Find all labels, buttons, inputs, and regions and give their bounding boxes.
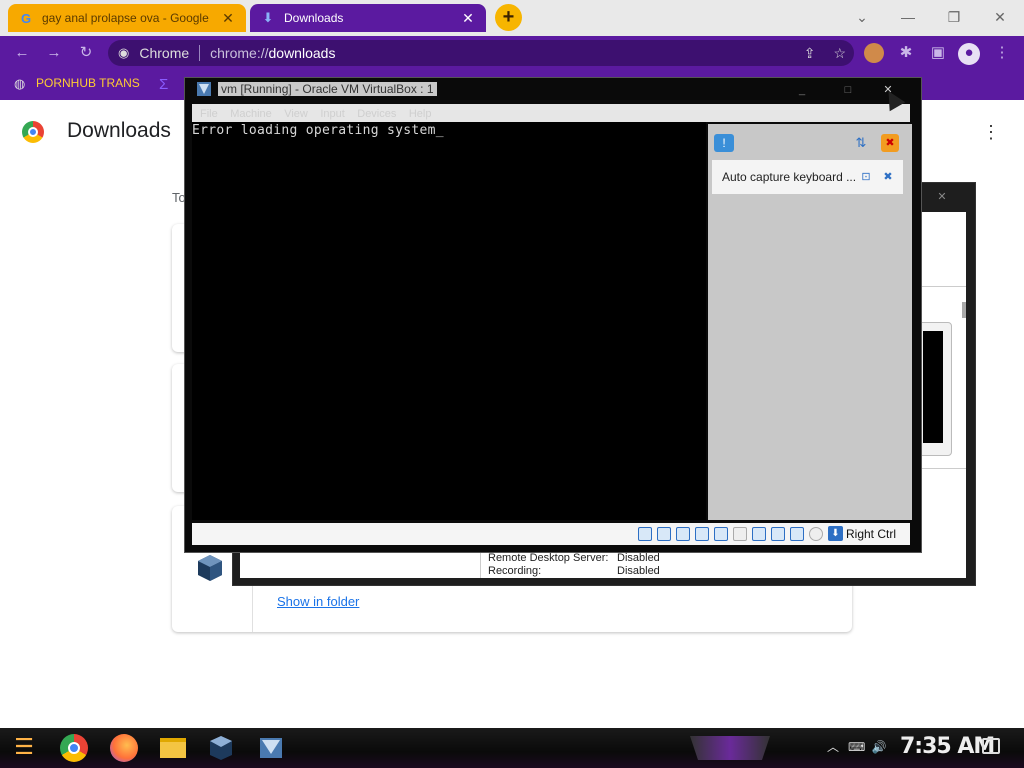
menu-devices[interactable]: Devices: [357, 108, 396, 120]
site-label: Chrome: [139, 45, 190, 61]
share-icon[interactable]: ⇪: [804, 45, 816, 62]
taskbar-decoration: [690, 736, 770, 760]
clear-notifications-icon[interactable]: ✖: [881, 134, 899, 152]
menu-machine[interactable]: Machine: [230, 108, 272, 120]
vm-display[interactable]: [192, 122, 706, 520]
vm-maximize-button[interactable]: □: [836, 84, 860, 96]
menu-help[interactable]: Help: [409, 108, 432, 120]
scrollbar[interactable]: [962, 302, 966, 318]
reload-icon[interactable]: ↻: [76, 43, 96, 63]
profile-icon[interactable]: ●: [958, 43, 980, 65]
download-icon: ⬇: [262, 10, 274, 25]
audio-icon[interactable]: [676, 527, 690, 541]
vm-title: vm [Running] - Oracle VM VirtualBox : 1: [218, 82, 437, 96]
chrome-logo-icon: [22, 121, 44, 143]
menu-file[interactable]: File: [200, 108, 218, 120]
forward-icon[interactable]: →: [44, 43, 64, 63]
address-bar[interactable]: ◉ Chrome chrome://downloads ⇪ ☆: [108, 40, 854, 66]
url-host: downloads: [268, 45, 336, 61]
globe-icon: ◍: [14, 76, 26, 91]
google-icon: G: [20, 10, 32, 26]
vm-minimize-button[interactable]: _: [790, 84, 814, 96]
close-window-button[interactable]: ✕: [986, 6, 1014, 28]
new-tab-button[interactable]: +: [495, 4, 522, 31]
cpu-icon[interactable]: [790, 527, 804, 541]
network-tray-icon[interactable]: ⌨: [848, 738, 865, 756]
minimize-button[interactable]: —: [894, 6, 922, 28]
action-center-icon[interactable]: [982, 738, 1000, 754]
page-menu-icon[interactable]: ⋮: [982, 122, 1000, 142]
hard-disk-icon[interactable]: [638, 527, 652, 541]
back-icon[interactable]: ←: [12, 43, 32, 63]
bookmark-label: PORNHUB TRANS: [36, 76, 140, 90]
vm-preview-thumbnail: [918, 322, 952, 456]
url-scheme: chrome://: [210, 45, 269, 61]
keyboard-capture-icon[interactable]: ⬇: [828, 526, 843, 541]
tab-title: gay anal prolapse ova - Google: [42, 11, 209, 25]
extensions-puzzle-icon[interactable]: ✱: [896, 43, 916, 63]
dismiss-icon[interactable]: ✖: [881, 170, 895, 184]
vm-menu-bar: File Machine View Input Devices Help: [192, 104, 910, 122]
notification-text: Auto capture keyboard ...: [722, 170, 857, 184]
tab-google-search[interactable]: G gay anal prolapse ova - Google ✕: [8, 4, 246, 32]
extension-avatar-icon[interactable]: [864, 43, 884, 63]
taskbar-chrome-icon[interactable]: [60, 734, 88, 762]
manager-close-button[interactable]: ✕: [934, 190, 950, 203]
virtualbox-file-icon: [198, 555, 222, 581]
tray-overflow-icon[interactable]: ︿: [826, 738, 840, 756]
notification-icon: !: [714, 134, 734, 152]
host-key-label: Right Ctrl: [846, 527, 897, 541]
menu-view[interactable]: View: [284, 108, 308, 120]
tab-close-icon[interactable]: ✕: [220, 10, 236, 27]
usb-icon[interactable]: [714, 527, 728, 541]
volume-icon[interactable]: 🔊: [870, 738, 888, 756]
recording-icon[interactable]: [771, 527, 785, 541]
optical-drive-icon[interactable]: [657, 527, 671, 541]
detail-value: Disabled: [617, 565, 660, 577]
side-panel-icon[interactable]: ▣: [928, 43, 948, 63]
taskbar-vm-window-icon[interactable]: [258, 734, 284, 762]
taskbar-firefox-icon[interactable]: [110, 734, 138, 762]
mouse-integration-icon[interactable]: [809, 527, 823, 541]
divider: [199, 45, 201, 61]
virtualbox-icon: [197, 82, 211, 96]
bookmark-star-icon[interactable]: ☆: [833, 45, 846, 62]
bookmark-icon[interactable]: Σ: [159, 76, 168, 93]
network-icon[interactable]: [695, 527, 709, 541]
show-in-folder-link[interactable]: Show in folder: [277, 594, 359, 609]
help-icon[interactable]: ⊡: [859, 170, 873, 184]
menu-input[interactable]: Input: [320, 108, 344, 120]
page-title: Downloads: [67, 119, 171, 142]
chrome-site-icon: ◉: [118, 45, 130, 60]
display-icon[interactable]: [752, 527, 766, 541]
tab-search-icon[interactable]: ⌄: [848, 6, 876, 28]
shared-folders-icon[interactable]: [733, 527, 747, 541]
taskbar-virtualbox-icon[interactable]: [208, 734, 234, 762]
restore-button[interactable]: ❐: [940, 6, 968, 28]
sort-icon[interactable]: ⇅: [852, 134, 870, 152]
bookmark-item[interactable]: ◍ PORNHUB TRANS: [14, 76, 140, 91]
start-button[interactable]: ☰: [6, 732, 42, 764]
tab-downloads[interactable]: ⬇ Downloads ✕: [250, 4, 486, 32]
detail-label: Remote Desktop Server:: [488, 552, 609, 564]
menu-kebab-icon[interactable]: ⋮: [992, 43, 1012, 63]
detail-label: Recording:: [488, 565, 542, 577]
notification-item[interactable]: Auto capture keyboard ... ⊡ ✖: [712, 160, 903, 194]
tab-close-icon[interactable]: ✕: [460, 10, 476, 27]
tab-title: Downloads: [284, 11, 344, 25]
taskbar-file-explorer-icon[interactable]: [160, 738, 186, 758]
detail-value: Disabled: [617, 552, 660, 564]
vm-console-text: Error loading operating system_: [192, 123, 444, 138]
clock[interactable]: 7:35 AM: [900, 734, 995, 759]
